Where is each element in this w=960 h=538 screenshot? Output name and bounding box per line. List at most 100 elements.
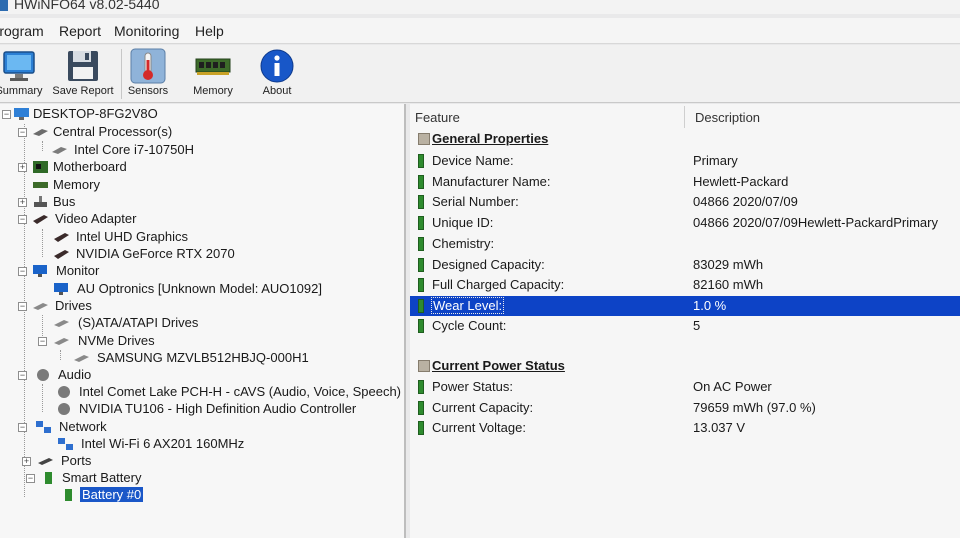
tree-item-label: Intel Comet Lake PCH-H - cAVS (Audio, Vo… bbox=[79, 384, 406, 399]
tree-item-smart-battery[interactable]: − Smart Battery bbox=[0, 470, 400, 487]
tree-item-central-processors[interactable]: − Central Processor(s) bbox=[0, 124, 400, 141]
tree-item-memory[interactable]: Memory bbox=[0, 177, 400, 194]
detail-row-current-voltage[interactable]: Current Voltage: 13.037 V bbox=[410, 418, 960, 438]
tree-item-drives[interactable]: − Drives bbox=[0, 298, 400, 315]
floppy-disk-icon bbox=[68, 51, 98, 81]
column-divider[interactable] bbox=[684, 106, 685, 128]
expand-toggle[interactable]: + bbox=[18, 163, 27, 172]
tree-item-ports[interactable]: + Ports bbox=[0, 453, 400, 470]
feature-value: 04866 2020/07/09Hewlett-PackardPrimary bbox=[693, 215, 938, 230]
drive-icon bbox=[74, 355, 89, 362]
monitor-icon bbox=[3, 51, 35, 81]
expand-toggle[interactable]: + bbox=[22, 457, 31, 466]
menu-help[interactable]: Help bbox=[195, 23, 224, 39]
tree-item-label: Network bbox=[59, 419, 107, 434]
detail-row-manufacturer-name[interactable]: Manufacturer Name: Hewlett-Packard bbox=[410, 172, 960, 192]
memory-button[interactable]: Memory bbox=[180, 47, 246, 101]
sensors-label: Sensors bbox=[127, 85, 169, 97]
tree-root-label: DESKTOP-8FG2V8O bbox=[33, 106, 158, 121]
sensors-button[interactable]: Sensors bbox=[115, 47, 181, 101]
tree-item-label: Central Processor(s) bbox=[53, 124, 173, 139]
battery-icon bbox=[418, 258, 424, 272]
detail-row-device-name[interactable]: Device Name: Primary bbox=[410, 151, 960, 171]
tree-item-network[interactable]: − Network bbox=[0, 419, 400, 436]
menu-monitoring[interactable]: Monitoring bbox=[114, 23, 179, 39]
about-label: About bbox=[262, 85, 292, 97]
detail-row-current-capacity[interactable]: Current Capacity: 79659 mWh (97.0 %) bbox=[410, 398, 960, 418]
description-column-header[interactable]: Description bbox=[695, 110, 760, 125]
detail-row-full-charged-capacity[interactable]: Full Charged Capacity: 82160 mWh bbox=[410, 275, 960, 295]
details-pane[interactable]: Feature Description General Properties D… bbox=[410, 104, 960, 538]
detail-row-wear-level-selected[interactable]: Wear Level: 1.0 % bbox=[410, 296, 960, 316]
feature-value: 79659 mWh (97.0 %) bbox=[693, 400, 816, 415]
collapse-toggle[interactable]: − bbox=[18, 215, 27, 224]
summary-button[interactable]: Summary bbox=[0, 47, 52, 101]
tree-item-label: NVMe Drives bbox=[78, 333, 155, 348]
drive-icon bbox=[54, 320, 69, 327]
detail-row-power-status[interactable]: Power Status: On AC Power bbox=[410, 377, 960, 397]
tree-item-intel-uhd[interactable]: Intel UHD Graphics bbox=[0, 229, 400, 246]
tree-item-label: Memory bbox=[53, 177, 100, 192]
app-icon bbox=[0, 0, 8, 11]
detail-row-serial-number[interactable]: Serial Number: 04866 2020/07/09 bbox=[410, 192, 960, 212]
motherboard-icon bbox=[33, 161, 48, 173]
tree-item-video-adapter[interactable]: − Video Adapter bbox=[0, 211, 400, 228]
battery-icon bbox=[418, 380, 424, 394]
collapse-toggle[interactable]: − bbox=[2, 110, 11, 119]
tree-item-au-optronics[interactable]: AU Optronics [Unknown Model: AUO1092] bbox=[0, 281, 400, 298]
tree-item-label: Intel UHD Graphics bbox=[76, 229, 188, 244]
tree-item-motherboard[interactable]: + Motherboard bbox=[0, 159, 400, 176]
memory-label: Memory bbox=[193, 85, 233, 97]
save-report-button[interactable]: Save Report bbox=[50, 47, 116, 101]
tree-item-wifi-adapter[interactable]: Intel Wi-Fi 6 AX201 160MHz bbox=[0, 436, 400, 453]
feature-label: Manufacturer Name: bbox=[432, 174, 551, 189]
tree-item-cpu[interactable]: Intel Core i7-10750H bbox=[0, 142, 400, 159]
section-general-properties[interactable]: General Properties bbox=[410, 130, 960, 150]
feature-label: Wear Level: bbox=[431, 297, 505, 314]
feature-value: 04866 2020/07/09 bbox=[693, 194, 798, 209]
tree-item-bus[interactable]: + Bus bbox=[0, 194, 400, 211]
memory-module-icon bbox=[195, 58, 231, 75]
tree-item-intel-audio[interactable]: Intel Comet Lake PCH-H - cAVS (Audio, Vo… bbox=[0, 384, 406, 401]
expand-toggle[interactable]: + bbox=[18, 198, 27, 207]
battery-icon bbox=[418, 216, 424, 230]
feature-value: On AC Power bbox=[693, 379, 772, 394]
tree-item-label: Monitor bbox=[56, 263, 100, 278]
collapse-toggle[interactable]: − bbox=[18, 423, 27, 432]
computer-icon bbox=[14, 108, 29, 120]
tree-item-monitor[interactable]: − Monitor bbox=[0, 263, 400, 280]
tree-item-label: Intel Wi-Fi 6 AX201 160MHz bbox=[81, 436, 245, 451]
device-tree[interactable]: − DESKTOP-8FG2V8O − Central Processor(s)… bbox=[0, 104, 406, 538]
tree-item-label: SAMSUNG MZVLB512HBJQ-000H1 bbox=[97, 350, 309, 365]
tree-item-audio[interactable]: − Audio bbox=[0, 367, 400, 384]
collapse-toggle[interactable]: − bbox=[38, 337, 47, 346]
collapse-toggle[interactable]: − bbox=[26, 474, 35, 483]
tree-item-nvidia-audio[interactable]: NVIDIA TU106 - High Definition Audio Con… bbox=[0, 401, 400, 418]
section-title: Current Power Status bbox=[432, 358, 565, 373]
collapse-toggle[interactable]: − bbox=[18, 267, 27, 276]
collapse-toggle[interactable]: − bbox=[18, 128, 27, 137]
detail-row-cycle-count[interactable]: Cycle Count: 5 bbox=[410, 316, 960, 336]
feature-column-header[interactable]: Feature bbox=[415, 110, 460, 125]
video-adapter-icon bbox=[33, 215, 48, 224]
collapse-toggle[interactable]: − bbox=[18, 371, 27, 380]
detail-row-chemistry[interactable]: Chemistry: bbox=[410, 234, 960, 254]
tree-root[interactable]: − DESKTOP-8FG2V8O bbox=[0, 106, 400, 123]
tree-item-battery-0[interactable]: Battery #0 bbox=[0, 487, 400, 504]
tree-item-nvme-drives[interactable]: − NVMe Drives bbox=[0, 333, 400, 350]
audio-icon bbox=[37, 369, 49, 381]
tree-item-rtx-2070[interactable]: NVIDIA GeForce RTX 2070 bbox=[0, 246, 400, 263]
tree-item-sata-drives[interactable]: (S)ATA/ATAPI Drives bbox=[0, 315, 400, 332]
section-current-power-status[interactable]: Current Power Status bbox=[410, 357, 960, 377]
tree-item-label: Motherboard bbox=[53, 159, 127, 174]
detail-row-designed-capacity[interactable]: Designed Capacity: 83029 mWh bbox=[410, 255, 960, 275]
tree-item-samsung-ssd[interactable]: SAMSUNG MZVLB512HBJQ-000H1 bbox=[0, 350, 400, 367]
feature-label: Current Capacity: bbox=[432, 400, 534, 415]
collapse-toggle[interactable]: − bbox=[18, 302, 27, 311]
tree-item-label: Bus bbox=[53, 194, 76, 209]
menu-report[interactable]: Report bbox=[59, 23, 101, 39]
menu-program[interactable]: Program bbox=[0, 23, 44, 39]
feature-label: Current Voltage: bbox=[432, 420, 526, 435]
detail-row-unique-id[interactable]: Unique ID: 04866 2020/07/09Hewlett-Packa… bbox=[410, 213, 960, 233]
about-button[interactable]: About bbox=[244, 47, 310, 101]
